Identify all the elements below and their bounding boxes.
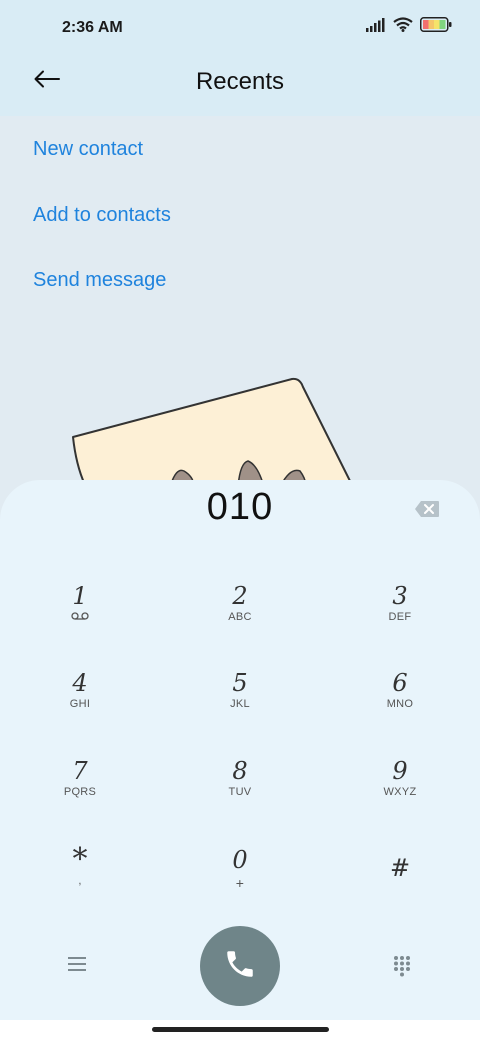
key-3[interactable]: 3 DEF bbox=[350, 582, 450, 652]
send-message-link[interactable]: Send message bbox=[33, 269, 166, 292]
dialpad-icon bbox=[392, 956, 412, 981]
key-letters: DEF bbox=[388, 611, 412, 623]
key-letters: WXYZ bbox=[383, 786, 417, 798]
dialer-bottom-bar bbox=[0, 926, 480, 1006]
key-letters: MNO bbox=[386, 698, 414, 710]
key-digit: 3 bbox=[392, 582, 408, 610]
key-6[interactable]: 6 MNO bbox=[350, 669, 450, 739]
key-letters: JKL bbox=[230, 698, 250, 710]
dialpad-toggle-button[interactable] bbox=[392, 955, 412, 982]
key-digit: 2 bbox=[232, 582, 248, 610]
key-hash[interactable]: # bbox=[350, 854, 450, 924]
dialed-number: 010 bbox=[206, 486, 274, 528]
backspace-button[interactable] bbox=[414, 500, 440, 523]
signal-icon bbox=[366, 17, 386, 37]
key-9[interactable]: 9 WXYZ bbox=[350, 757, 450, 827]
new-contact-link[interactable]: New contact bbox=[33, 138, 143, 161]
dialer-panel: 010 1 2 ABC 3 DEF 4 GHI 5 JKL 6 MNO 7 PQ… bbox=[0, 480, 480, 1020]
wifi-icon bbox=[393, 17, 413, 37]
key-5[interactable]: 5 JKL bbox=[190, 669, 290, 739]
key-letters: PQRS bbox=[63, 786, 97, 798]
key-star[interactable]: * , bbox=[30, 842, 130, 916]
key-letters: TUV bbox=[228, 786, 252, 798]
status-time: 2:36 AM bbox=[62, 19, 123, 36]
voicemail-icon bbox=[30, 611, 130, 623]
key-2[interactable]: 2 ABC bbox=[190, 582, 290, 652]
key-digit: 6 bbox=[392, 669, 408, 697]
key-1[interactable]: 1 bbox=[30, 582, 130, 652]
home-indicator[interactable] bbox=[152, 1027, 329, 1032]
key-digit: 1 bbox=[72, 582, 88, 610]
key-letters: + bbox=[235, 875, 245, 891]
key-4[interactable]: 4 GHI bbox=[30, 669, 130, 739]
key-8[interactable]: 8 TUV bbox=[190, 757, 290, 827]
status-icons bbox=[366, 17, 452, 37]
key-digit: 0 bbox=[232, 846, 248, 874]
backspace-icon bbox=[414, 501, 440, 522]
key-digit: 4 bbox=[72, 669, 88, 697]
page-title: Recents bbox=[195, 68, 285, 95]
menu-button[interactable] bbox=[66, 956, 88, 977]
key-letters: , bbox=[78, 875, 82, 887]
empty-state-illustration bbox=[70, 375, 370, 490]
key-digit: 7 bbox=[72, 757, 88, 785]
key-letters: GHI bbox=[69, 698, 91, 710]
key-digit: * bbox=[72, 842, 88, 877]
add-to-contacts-link[interactable]: Add to contacts bbox=[33, 204, 171, 227]
key-0[interactable]: 0 + bbox=[190, 846, 290, 916]
key-digit: 5 bbox=[232, 669, 248, 697]
battery-icon bbox=[420, 17, 452, 37]
status-bar: 2:36 AM bbox=[0, 0, 480, 56]
phone-icon bbox=[223, 947, 257, 986]
key-digit: 8 bbox=[232, 757, 248, 785]
key-digit: 9 bbox=[392, 757, 408, 785]
call-button[interactable] bbox=[200, 926, 280, 1006]
key-letters: ABC bbox=[228, 611, 252, 623]
app-bar: Recents bbox=[0, 56, 480, 116]
key-7[interactable]: 7 PQRS bbox=[30, 757, 130, 827]
menu-icon bbox=[66, 957, 88, 976]
key-digit: # bbox=[389, 854, 411, 882]
